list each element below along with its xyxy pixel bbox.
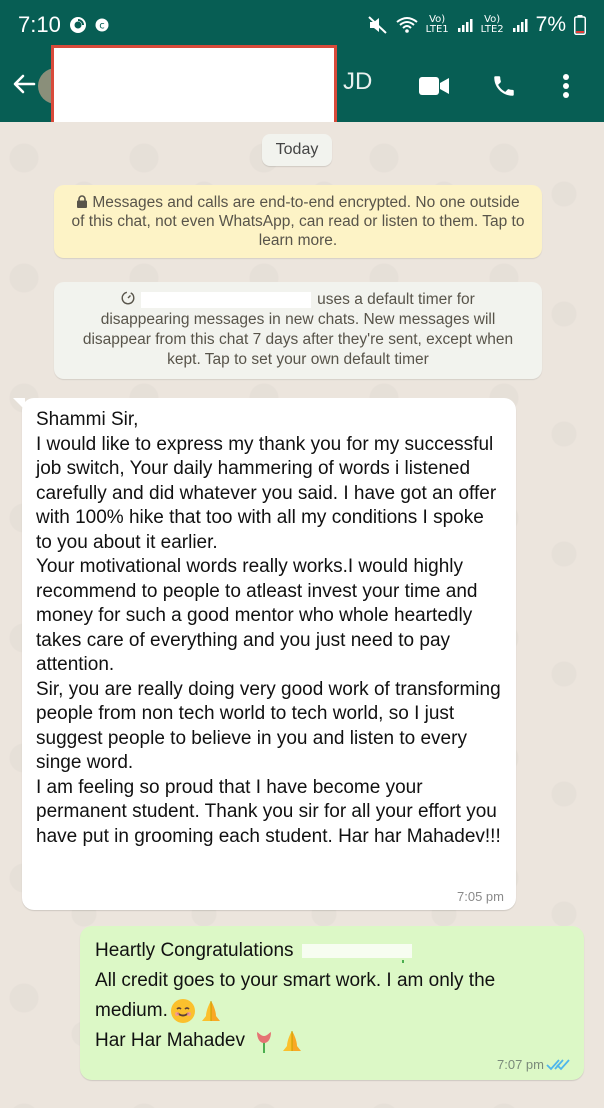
back-button[interactable]: [8, 64, 40, 104]
video-call-button[interactable]: [416, 68, 452, 104]
timer-notice-text: disappearing messages in new chats. New …: [82, 311, 514, 368]
clock: 7:10: [18, 12, 61, 37]
battery-percent: 7%: [535, 13, 566, 36]
tulip-emoji-icon: [256, 1032, 271, 1053]
notification-c-icon: c: [95, 18, 109, 32]
voice-call-button[interactable]: [486, 68, 522, 104]
status-bar: 7:10 c Vo) LTE1 Vo) LTE2 7%: [0, 0, 604, 50]
battery-icon: [574, 15, 586, 35]
more-options-button[interactable]: [548, 68, 584, 104]
signal-sim2-icon: [512, 17, 528, 33]
mute-icon: [367, 16, 388, 34]
outgoing-message-time: 7:07 pm: [497, 1057, 544, 1072]
outgoing-line-1-text: Heartly Congratulations: [95, 940, 294, 961]
encryption-notice[interactable]: Messages and calls are end-to-end encryp…: [54, 185, 542, 258]
redacted-name: [141, 291, 312, 308]
read-receipt-icon: [546, 1059, 570, 1071]
kebab-menu-icon: [563, 74, 569, 98]
outgoing-line-2: All credit goes to your smart work. I am…: [95, 966, 570, 996]
video-camera-icon: [419, 77, 449, 95]
redaction-box: [51, 45, 337, 125]
phone-icon: [494, 76, 514, 96]
notification-at-icon: [69, 16, 87, 34]
lock-icon: [77, 195, 88, 208]
svg-text:c: c: [99, 21, 105, 32]
disappearing-timer-notice[interactable]: uses a default timer for disappearing me…: [54, 282, 542, 379]
incoming-message[interactable]: Shammi Sir, I would like to express my t…: [13, 398, 516, 910]
sim2-label: Vo) LTE2: [480, 14, 504, 35]
outgoing-message[interactable]: Heartly Congratulations All credit goes …: [80, 926, 584, 1080]
outgoing-line-2-text: All credit goes to your smart work. I am…: [95, 970, 496, 991]
back-arrow-icon: [13, 74, 36, 94]
smiling-face-emoji-icon: [170, 999, 195, 1023]
incoming-message-time: 7:05 pm: [457, 889, 504, 904]
folded-hands-emoji-icon: [201, 1001, 220, 1021]
chat-area[interactable]: Today Messages and calls are end-to-end …: [0, 122, 604, 1108]
redacted-name: [293, 942, 414, 960]
signal-sim1-icon: [457, 17, 473, 33]
contact-name[interactable]: JD: [343, 68, 372, 96]
wifi-icon: [396, 16, 418, 34]
outgoing-line-4: Har Har Mahadev: [95, 1026, 570, 1056]
sim1-label: Vo) LTE1: [425, 14, 449, 35]
incoming-message-text: Shammi Sir, I would like to express my t…: [36, 409, 501, 847]
encryption-notice-text: Messages and calls are end-to-end encryp…: [71, 194, 525, 249]
timer-notice-suffix: uses a default timer for: [317, 291, 475, 308]
outgoing-line-4-text: Har Har Mahadev: [95, 1030, 245, 1051]
date-chip: Today: [262, 134, 332, 166]
outgoing-line-3-text: medium.: [95, 1000, 168, 1021]
timer-icon: [121, 291, 135, 305]
outgoing-line-3: medium.: [95, 996, 570, 1026]
folded-hands-emoji-icon: [282, 1031, 301, 1051]
outgoing-line-1: Heartly Congratulations: [95, 936, 570, 966]
